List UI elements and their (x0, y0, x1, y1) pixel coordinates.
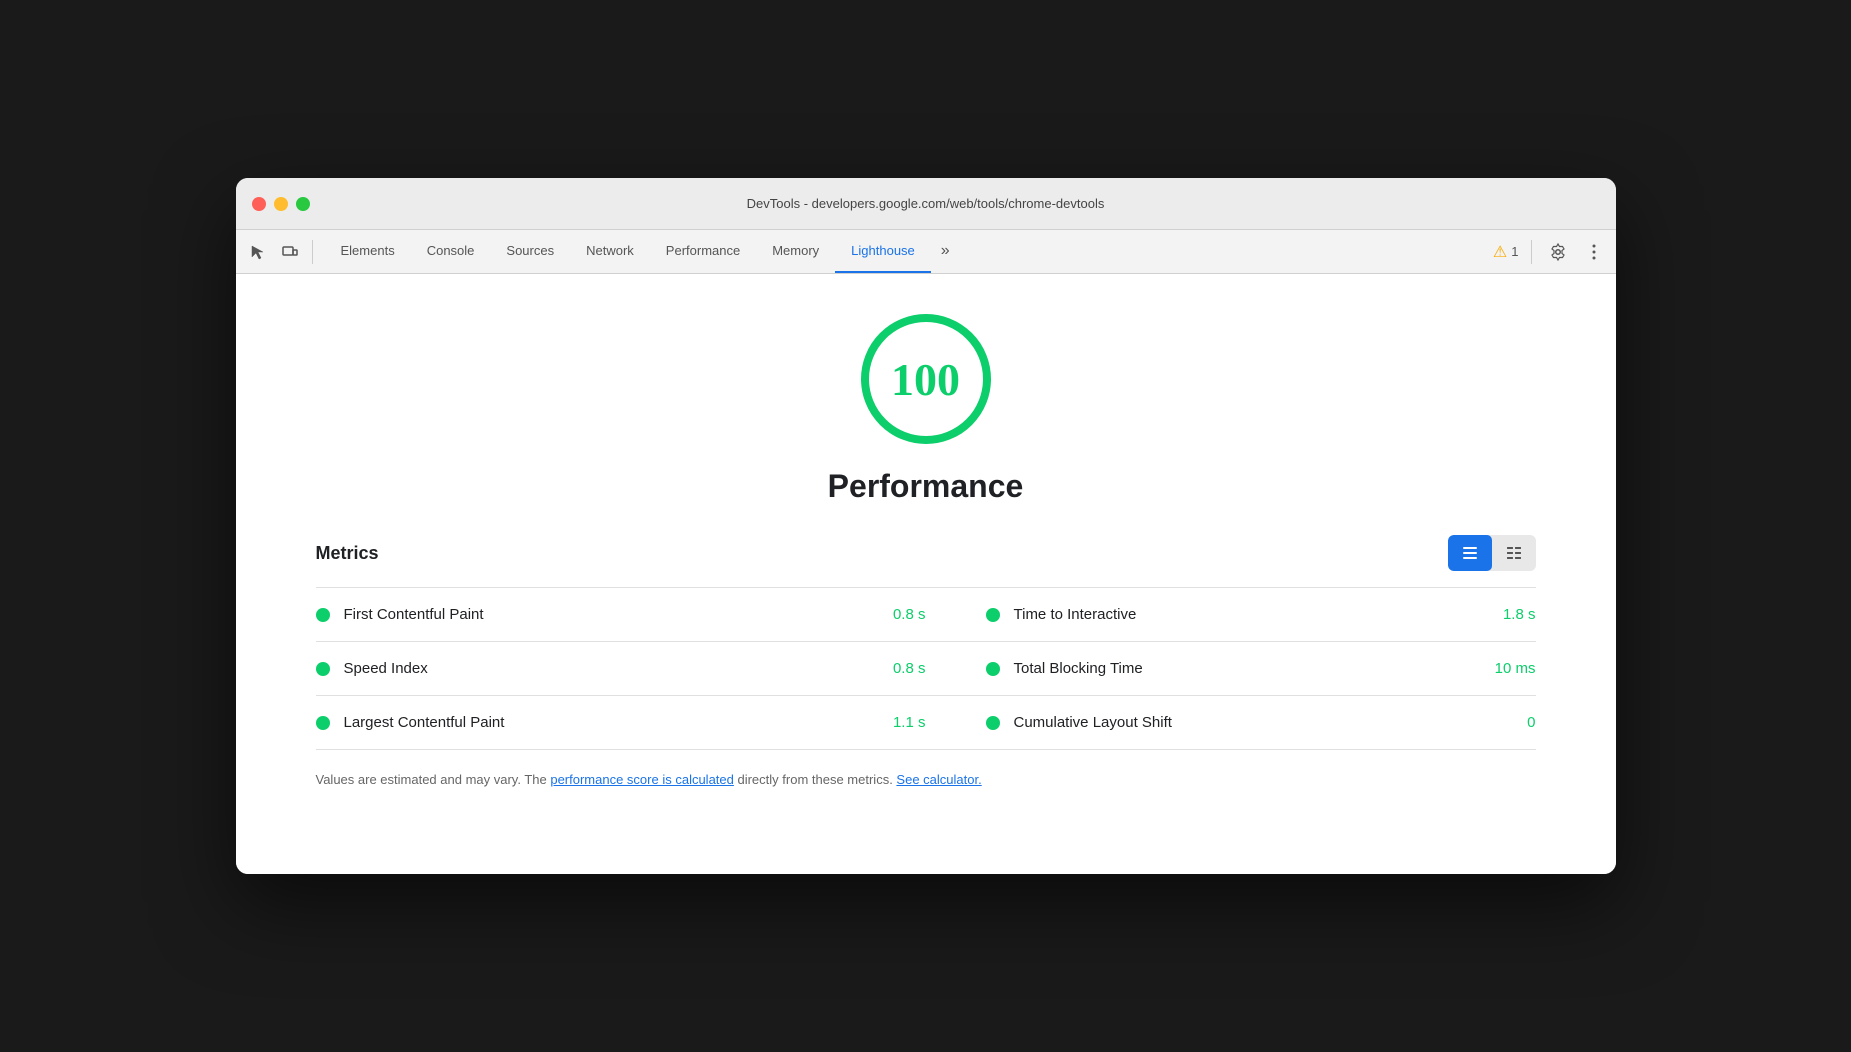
footer-text-before: Values are estimated and may vary. The (316, 772, 551, 787)
tti-name: Time to Interactive (1014, 606, 1487, 623)
metric-row-fcp-left: First Contentful Paint 0.8 s (316, 588, 926, 642)
si-name: Speed Index (344, 660, 877, 677)
metrics-title: Metrics (316, 543, 379, 564)
maximize-button[interactable] (296, 197, 310, 211)
metric-row-cls-right: Cumulative Layout Shift 0 (926, 696, 1536, 750)
score-circle: 100 (861, 314, 991, 444)
warning-count: 1 (1511, 244, 1518, 259)
calculator-link[interactable]: See calculator. (896, 772, 981, 787)
inspect-icon[interactable] (244, 238, 272, 266)
tab-bar: Elements Console Sources Network Perform… (325, 230, 1493, 273)
minimize-button[interactable] (274, 197, 288, 211)
tab-lighthouse[interactable]: Lighthouse (835, 230, 931, 273)
tab-performance[interactable]: Performance (650, 230, 756, 273)
score-section: 100 Performance (316, 314, 1536, 505)
cls-name: Cumulative Layout Shift (1014, 714, 1512, 731)
tti-dot (986, 608, 1000, 622)
score-label: Performance (828, 468, 1024, 505)
score-value: 100 (891, 353, 960, 406)
warning-badge[interactable]: ⚠ 1 (1493, 242, 1519, 262)
tbt-value: 10 ms (1495, 660, 1536, 677)
toolbar-icon-group (244, 238, 317, 266)
fcp-dot (316, 608, 330, 622)
devtools-window: DevTools - developers.google.com/web/too… (236, 178, 1616, 874)
performance-score-link[interactable]: performance score is calculated (550, 772, 734, 787)
tab-elements[interactable]: Elements (325, 230, 411, 273)
tab-console[interactable]: Console (411, 230, 491, 273)
metric-row-si-left: Speed Index 0.8 s (316, 642, 926, 696)
more-options-button[interactable] (1580, 238, 1608, 266)
fcp-name: First Contentful Paint (344, 606, 877, 623)
metric-row-lcp-left: Largest Contentful Paint 1.1 s (316, 696, 926, 750)
tbt-dot (986, 662, 1000, 676)
si-dot (316, 662, 330, 676)
toolbar-separator-right (1531, 240, 1532, 264)
tti-value: 1.8 s (1503, 606, 1536, 623)
more-tabs-button[interactable]: » (931, 230, 960, 273)
toolbar-right-actions: ⚠ 1 (1493, 238, 1608, 266)
metrics-header: Metrics (316, 535, 1536, 571)
metric-row-tbt-right: Total Blocking Time 10 ms (926, 642, 1536, 696)
footer-text-between: directly from these metrics. (734, 772, 897, 787)
settings-button[interactable] (1544, 238, 1572, 266)
cls-value: 0 (1527, 714, 1535, 731)
lcp-name: Largest Contentful Paint (344, 714, 877, 731)
warning-icon: ⚠ (1493, 242, 1507, 262)
metric-row-tti-right: Time to Interactive 1.8 s (926, 588, 1536, 642)
view-list-button[interactable] (1492, 535, 1536, 571)
footer-note: Values are estimated and may vary. The p… (316, 770, 1536, 790)
view-grid-button[interactable] (1448, 535, 1492, 571)
tab-memory[interactable]: Memory (756, 230, 835, 273)
tbt-name: Total Blocking Time (1014, 660, 1479, 677)
traffic-lights (252, 197, 310, 211)
metrics-section: Metrics (316, 535, 1536, 790)
device-toggle-icon[interactable] (276, 238, 304, 266)
lcp-dot (316, 716, 330, 730)
tab-sources[interactable]: Sources (490, 230, 570, 273)
close-button[interactable] (252, 197, 266, 211)
window-title: DevTools - developers.google.com/web/too… (747, 196, 1105, 211)
view-toggle (1448, 535, 1536, 571)
toolbar-separator (312, 240, 313, 264)
tab-network[interactable]: Network (570, 230, 650, 273)
main-content: 100 Performance Metrics (236, 274, 1616, 874)
fcp-value: 0.8 s (893, 606, 926, 623)
si-value: 0.8 s (893, 660, 926, 677)
metrics-grid: First Contentful Paint 0.8 s Time to Int… (316, 588, 1536, 750)
devtools-toolbar: Elements Console Sources Network Perform… (236, 230, 1616, 274)
title-bar: DevTools - developers.google.com/web/too… (236, 178, 1616, 230)
lcp-value: 1.1 s (893, 714, 926, 731)
cls-dot (986, 716, 1000, 730)
